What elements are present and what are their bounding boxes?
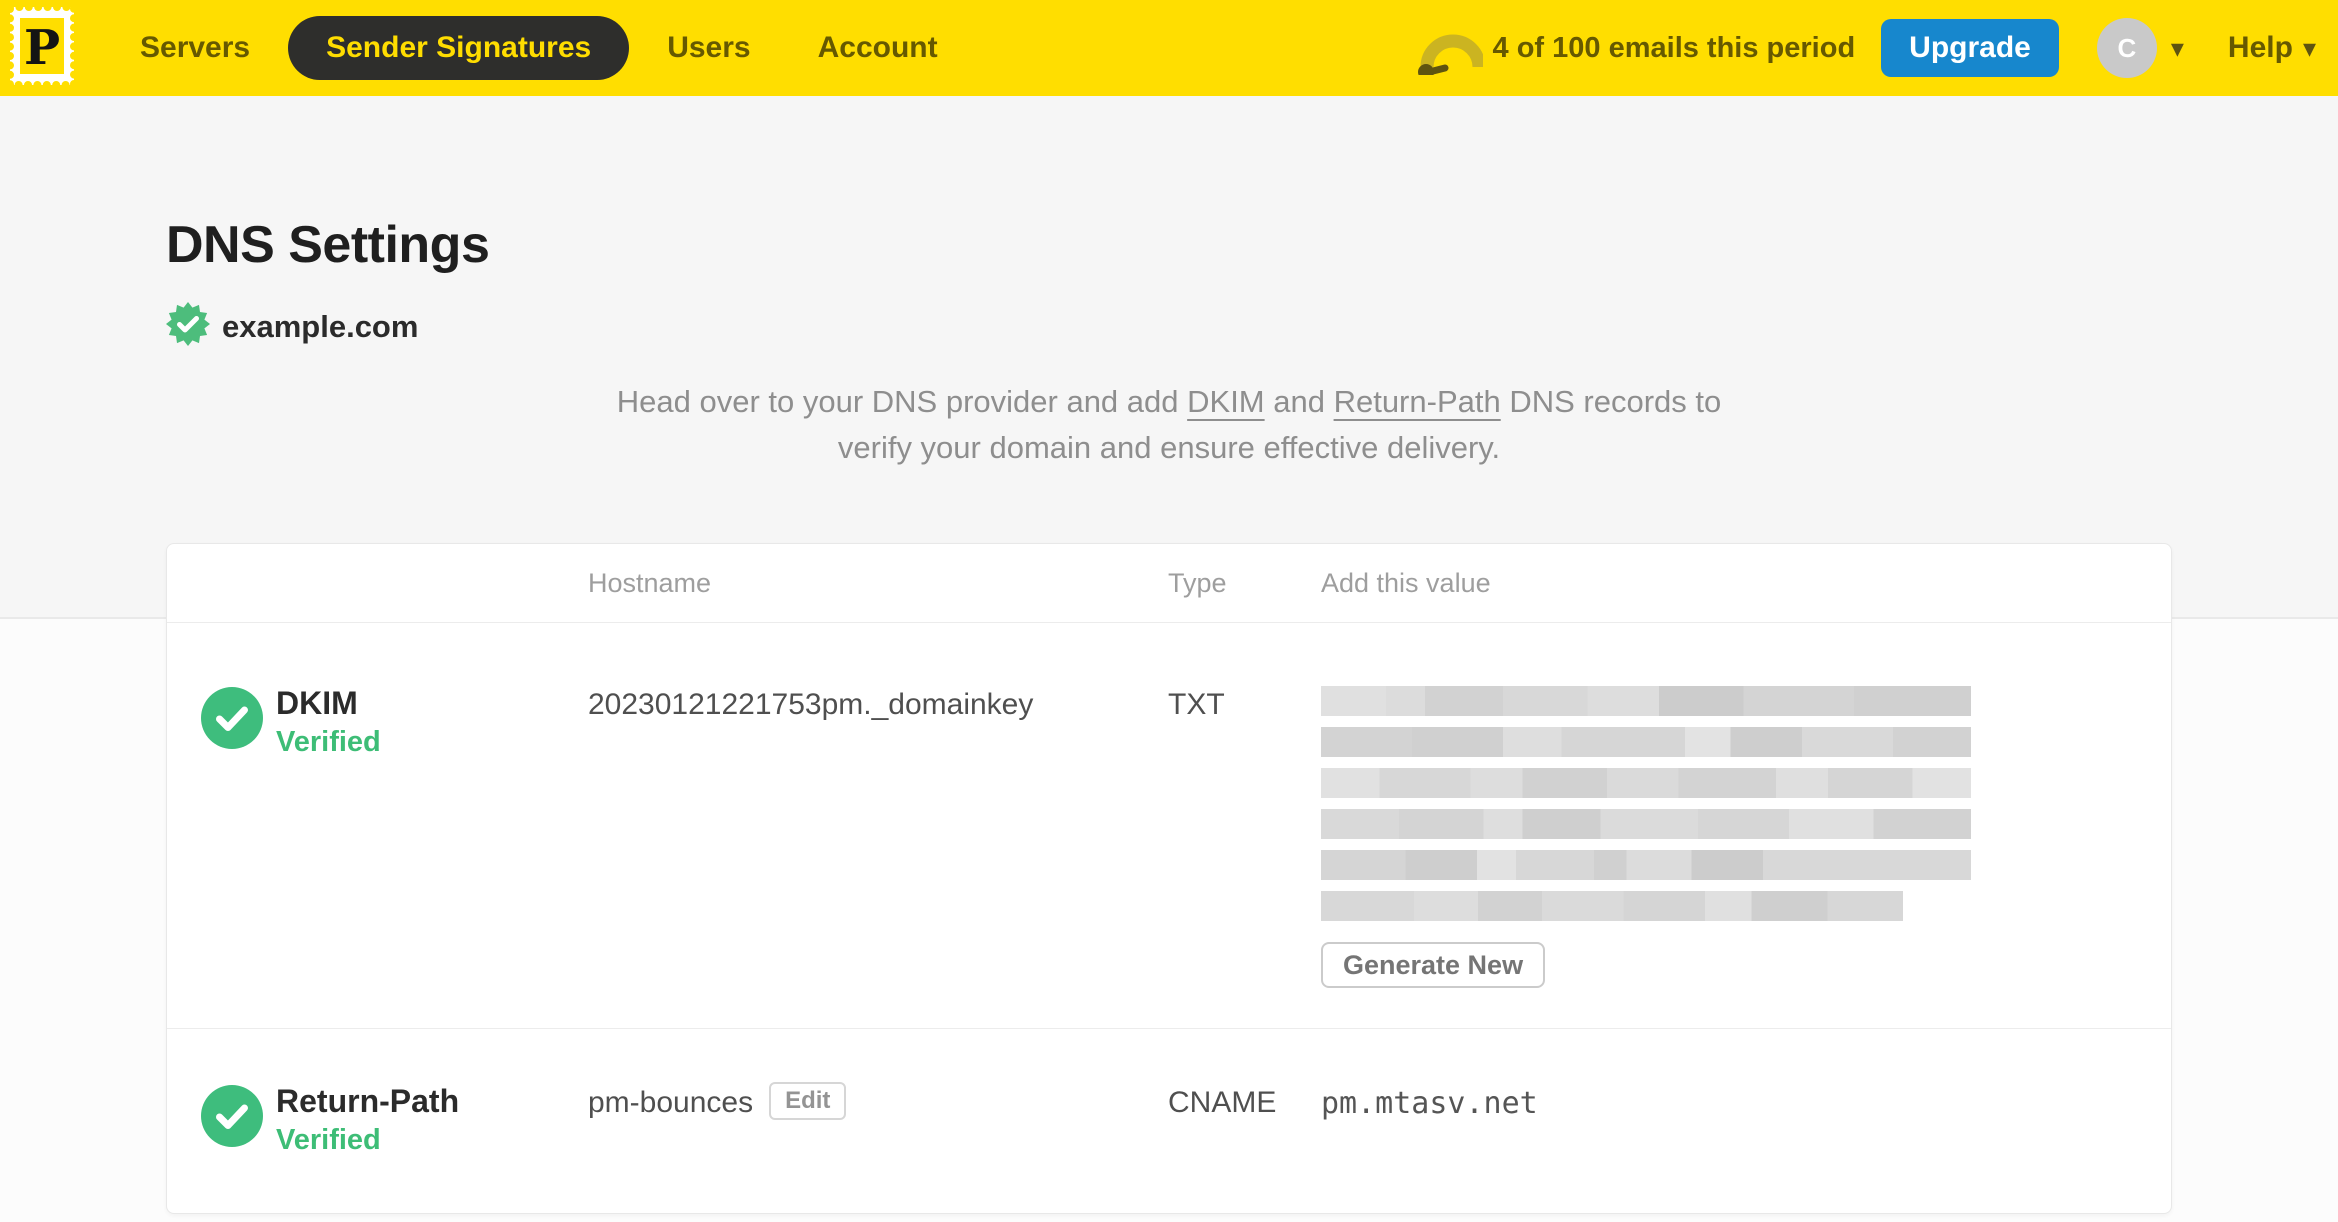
redacted-line	[1321, 768, 1971, 798]
nav-item-account[interactable]: Account	[798, 31, 958, 65]
navbar-right: 4 of 100 emails this period Upgrade C ▾ …	[1417, 17, 2316, 80]
return-path-link[interactable]: Return-Path	[1334, 384, 1501, 419]
usage-counter: 4 of 100 emails this period	[1492, 31, 1856, 64]
dkim-status-cell: DKIM Verified	[167, 683, 588, 988]
main-content: DNS Settings example.com Head over to yo…	[0, 96, 2338, 1214]
column-header-value: Add this value	[1321, 567, 1491, 598]
description-text: and	[1264, 384, 1334, 419]
check-circle-icon	[201, 687, 263, 988]
description-text: Head over to your DNS provider and add	[616, 384, 1188, 419]
redacted-line	[1321, 809, 1971, 839]
primary-nav: Servers Sender Signatures Users Account	[120, 16, 958, 80]
page-title: DNS Settings	[166, 216, 490, 274]
domain-row: example.com	[166, 302, 2338, 351]
gauge-icon	[1417, 17, 1486, 80]
edit-button[interactable]: Edit	[769, 1082, 847, 1120]
redacted-line	[1321, 891, 1903, 921]
svg-text:P: P	[24, 20, 60, 76]
check-circle-icon	[201, 1085, 263, 1159]
status-badge: Verified	[276, 726, 381, 758]
hostname-value: 20230121221753pm._domainkey	[588, 688, 1034, 721]
nav-item-servers[interactable]: Servers	[120, 31, 270, 65]
dkim-hostname: 20230121221753pm._domainkey	[588, 683, 1168, 988]
top-navbar: P Servers Sender Signatures Users Accoun…	[0, 0, 2338, 96]
dns-records-card: Hostname Type Add this value DKIM Verifi…	[166, 543, 2172, 1214]
chevron-down-icon: ▾	[2170, 33, 2184, 63]
redacted-line	[1321, 686, 1971, 716]
help-label: Help	[2227, 31, 2293, 64]
description-text: DNS records to	[1500, 384, 1722, 419]
redacted-line	[1321, 850, 1971, 880]
seal-check-icon	[166, 302, 210, 351]
generate-new-button[interactable]: Generate New	[1321, 942, 1546, 988]
column-header-hostname: Hostname	[588, 567, 712, 598]
redacted-dns-value	[1321, 683, 2135, 921]
return-path-hostname: pm-bounces Edit	[588, 1081, 1168, 1159]
dkim-value-cell: Generate New	[1321, 683, 2171, 988]
upgrade-button[interactable]: Upgrade	[1881, 19, 2059, 77]
status-badge: Verified	[276, 1124, 381, 1156]
dkim-link[interactable]: DKIM	[1187, 384, 1265, 419]
avatar: C	[2096, 18, 2157, 78]
nav-item-sender-signatures[interactable]: Sender Signatures	[288, 16, 630, 80]
chevron-down-icon: ▾	[2302, 33, 2316, 63]
domain-name: example.com	[222, 308, 419, 344]
return-path-value: pm.mtasv.net	[1321, 1086, 1538, 1121]
postmark-logo[interactable]: P	[6, 2, 78, 90]
column-header-type: Type	[1168, 567, 1227, 598]
table-row-dkim: DKIM Verified 20230121221753pm._domainke…	[167, 623, 2171, 1028]
page-description: Head over to your DNS provider and add D…	[499, 379, 1839, 471]
record-name: DKIM	[276, 685, 358, 721]
record-name: Return-Path	[276, 1083, 460, 1119]
hostname-value: pm-bounces	[588, 1086, 754, 1119]
nav-item-users[interactable]: Users	[647, 31, 770, 65]
redacted-line	[1321, 727, 1971, 757]
return-path-type: CNAME	[1168, 1086, 1277, 1119]
help-menu[interactable]: Help ▾	[2228, 31, 2316, 65]
description-text: verify your domain and ensure effective …	[837, 430, 1501, 465]
account-menu[interactable]: C ▾	[2096, 18, 2184, 78]
table-header-row: Hostname Type Add this value	[167, 544, 2171, 623]
table-row-return-path: Return-Path Verified pm-bounces Edit CNA…	[167, 1028, 2171, 1213]
return-path-status-cell: Return-Path Verified	[167, 1081, 588, 1159]
dkim-type: TXT	[1168, 688, 1225, 721]
